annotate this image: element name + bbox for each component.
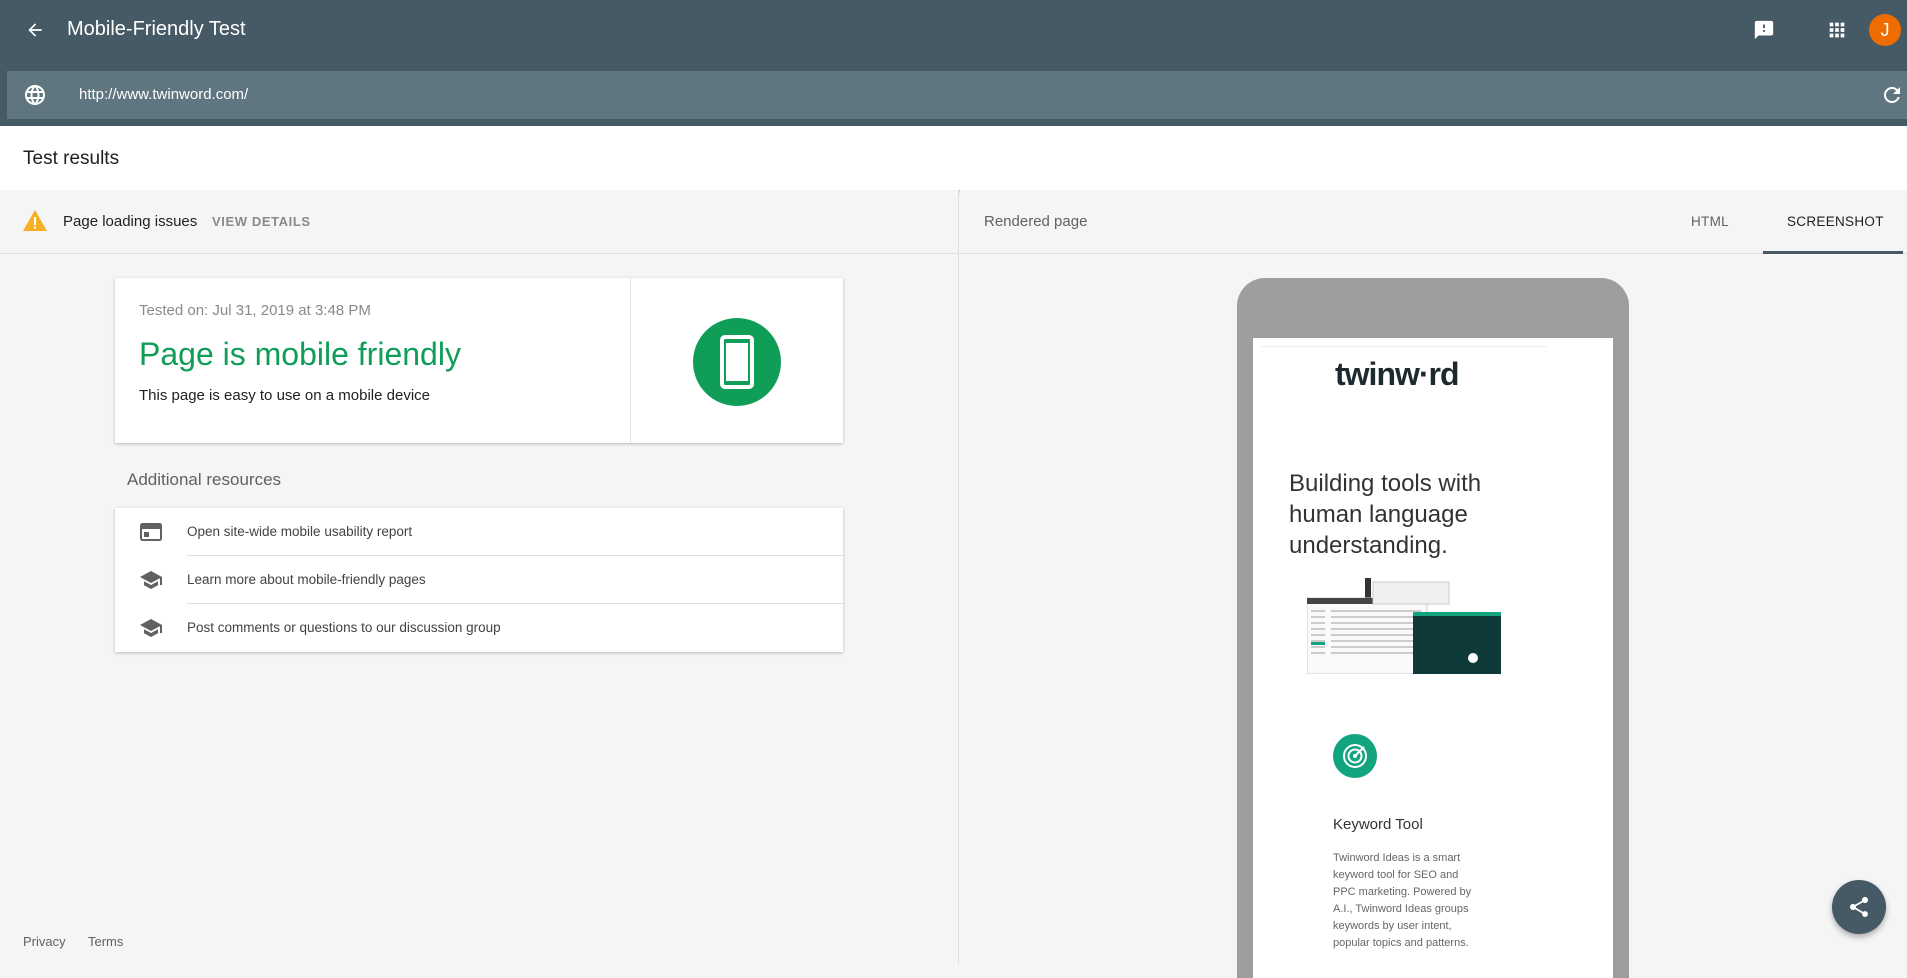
issues-label: Page loading issues xyxy=(63,213,198,230)
results-header: Test results xyxy=(0,126,1907,190)
rendered-page-label: Rendered page xyxy=(984,213,1088,230)
target-icon xyxy=(1333,734,1377,778)
mobile-friendly-badge xyxy=(693,318,781,406)
app-bar: Mobile-Friendly Test J http://www.twinwo… xyxy=(0,0,1907,126)
app-title: Mobile-Friendly Test xyxy=(67,18,246,40)
feedback-icon xyxy=(1754,20,1774,40)
globe-icon xyxy=(25,85,45,105)
result-card: Tested on: Jul 31, 2019 at 3:48 PM Page … xyxy=(115,278,843,443)
resources-list: Open site-wide mobile usability report L… xyxy=(115,508,843,652)
share-icon xyxy=(1850,897,1868,917)
hero-heading: Building tools with human language under… xyxy=(1289,470,1482,559)
tested-on-timestamp: Tested on: Jul 31, 2019 at 3:48 PM xyxy=(139,302,371,319)
rendered-screenshot: twinw·rd Building tools with human langu… xyxy=(1253,338,1613,978)
report-icon xyxy=(140,523,162,541)
active-tab-indicator xyxy=(1763,251,1903,254)
school-icon xyxy=(140,619,162,637)
result-headline: Page is mobile friendly xyxy=(139,336,461,372)
feedback-button[interactable] xyxy=(1748,14,1780,46)
device-frame: twinw·rd Building tools with human langu… xyxy=(1237,278,1629,978)
product-mockup-image xyxy=(1307,578,1501,674)
tab-screenshot[interactable]: SCREENSHOT xyxy=(1787,214,1884,229)
school-icon xyxy=(140,571,162,589)
resource-usability-report[interactable]: Open site-wide mobile usability report xyxy=(115,508,843,556)
warning-icon xyxy=(23,210,47,231)
divider xyxy=(1261,346,1547,347)
site-logo: twinw·rd xyxy=(1335,356,1460,392)
apps-button[interactable] xyxy=(1821,14,1853,46)
additional-resources-title: Additional resources xyxy=(127,470,282,489)
feature-title: Keyword Tool xyxy=(1333,816,1423,833)
page-title: Test results xyxy=(23,148,120,169)
feature-description: Twinword Ideas is a smart keyword tool f… xyxy=(1333,852,1472,949)
refresh-icon[interactable] xyxy=(1880,83,1904,107)
results-pane: Page loading issues VIEW DETAILS Tested … xyxy=(0,190,959,965)
share-button[interactable] xyxy=(1832,880,1886,934)
tab-html[interactable]: HTML xyxy=(1691,214,1729,229)
resource-label: Open site-wide mobile usability report xyxy=(187,524,413,539)
resource-label: Post comments or questions to our discus… xyxy=(187,620,501,635)
back-button[interactable] xyxy=(20,15,50,45)
resource-label: Learn more about mobile-friendly pages xyxy=(187,572,426,587)
arrow-back-icon xyxy=(28,23,42,37)
resource-learn-more[interactable]: Learn more about mobile-friendly pages xyxy=(115,556,843,604)
result-subtitle: This page is easy to use on a mobile dev… xyxy=(139,387,430,404)
view-details-button[interactable]: VIEW DETAILS xyxy=(212,214,311,229)
privacy-link[interactable]: Privacy xyxy=(23,934,66,949)
url-bar: http://www.twinword.com/ xyxy=(7,71,1907,119)
account-avatar[interactable]: J xyxy=(1869,14,1901,46)
apps-grid-icon xyxy=(1829,22,1845,38)
resource-discussion-group[interactable]: Post comments or questions to our discus… xyxy=(115,604,843,652)
issues-bar: Page loading issues VIEW DETAILS xyxy=(0,190,959,254)
rendered-page-pane: Rendered page HTML SCREENSHOT twinw·rd B… xyxy=(960,190,1907,978)
smartphone-icon xyxy=(720,335,754,389)
rendered-page-bar: Rendered page HTML SCREENSHOT xyxy=(960,190,1907,254)
terms-link[interactable]: Terms xyxy=(88,934,123,949)
url-input[interactable]: http://www.twinword.com/ xyxy=(79,86,248,103)
card-divider xyxy=(630,278,631,443)
